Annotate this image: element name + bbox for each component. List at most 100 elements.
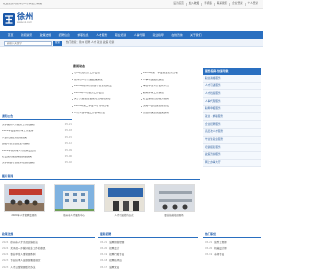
sidebar-item[interactable]: 职称申报服务: [203, 105, 261, 114]
sidebar-item[interactable]: 企业招聘服务: [203, 121, 261, 129]
nav-agency[interactable]: 人事代理: [130, 33, 149, 37]
policy-header: 政策法规: [0, 232, 95, 238]
focus-title: 要闻动态: [73, 64, 86, 68]
item-date: 05-20: [205, 247, 213, 251]
top-link-personal-login[interactable]: 个人登录: [248, 2, 260, 6]
bullet-icon: [72, 99, 73, 101]
notice-text: 2024年度职称评审工作安排: [2, 130, 34, 133]
news-row: 2024年第二季度人才市场分析 流动人员档案管理办法: [72, 103, 207, 110]
news-item[interactable]: 市人社局召开工作会议: [72, 72, 138, 75]
sidebar-item[interactable]: 职业资格服务: [203, 75, 261, 83]
item-date: 2024: [2, 247, 9, 251]
policy-list: 2024 徐州市人才引进实施办法 2024 关于进一步做好就业工作的意见 2024 事…: [2, 240, 94, 271]
photo-news-title: 图片新闻: [2, 174, 14, 179]
news-item[interactable]: 职称评审工作通知: [141, 92, 207, 95]
sidebar-item[interactable]: 毕业生就业服务: [203, 136, 261, 145]
sidebar-item[interactable]: 网上办事大厅: [203, 159, 261, 168]
item-text: 专业技术人员继续教育规定: [10, 259, 41, 263]
nav-about[interactable]: 关于我们: [186, 33, 205, 37]
bullet-icon: [141, 92, 142, 94]
nav-training[interactable]: 职业培训: [111, 33, 130, 37]
top-link-favorite[interactable]: 加入收藏: [189, 2, 203, 6]
bullet-icon: [141, 85, 142, 87]
bullet-icon: [141, 112, 142, 114]
hot-jobs-list: 05-21 软件工程师 05-20 机械设计师 05-19 市场专员: [205, 240, 261, 259]
item-text: 徐州市人才引进实施办法: [10, 240, 38, 244]
top-link-contact[interactable]: 联系我们: [217, 2, 231, 6]
nav-services[interactable]: 人才服务: [92, 33, 111, 37]
sidebar-item[interactable]: 人事代理服务: [203, 98, 261, 106]
news-item[interactable]: 社会保险经办服务指南: [141, 98, 207, 101]
top-link-company-login[interactable]: 企业登录: [232, 2, 246, 6]
bullet-icon: [141, 99, 142, 101]
photo-caption[interactable]: 职业技能培训现场: [152, 214, 196, 217]
news-item[interactable]: 2024年第二季度人才市场分析: [72, 105, 138, 108]
nav-jobs[interactable]: 招聘信息: [55, 33, 74, 37]
item-text: 诚聘销售经理: [109, 240, 125, 244]
list-item[interactable]: 关于开展专业技术培训的通知 05-02: [2, 160, 72, 166]
news-row: 市人社局召开工作会议 2024年第一季度就业形势分析: [72, 70, 207, 77]
item-text: 招聘技术员: [109, 259, 122, 263]
sidebar-item[interactable]: 人才引进服务: [203, 82, 261, 91]
news-item[interactable]: 事业单位公开招聘公告: [141, 85, 207, 88]
item-date: 05-20: [100, 247, 108, 251]
list-item[interactable]: 05-17 诚聘文员: [100, 265, 198, 271]
nav-resumes[interactable]: 求职信息: [74, 33, 93, 37]
news-text: 人才公寓申报工作即将开始: [74, 111, 106, 114]
hot-jobs-title: 热门职位: [205, 232, 217, 237]
photo-building[interactable]: [54, 184, 95, 212]
photo-caption[interactable]: 2024年人才招聘会现场: [2, 214, 46, 217]
list-item[interactable]: 2023 人才公寓管理暂行办法: [2, 265, 94, 271]
news-item[interactable]: 流动人员档案管理办法: [141, 105, 207, 108]
notice-date: 05-12: [64, 142, 72, 146]
news-item[interactable]: 2024年人才服务工作要点: [72, 92, 138, 95]
notice-date: 05-21: [64, 122, 72, 126]
news-text: 人事考试报名通知: [143, 78, 164, 81]
photo-signing[interactable]: [104, 184, 145, 212]
sidebar-item[interactable]: 人才档案服务: [203, 90, 261, 99]
photo-caption[interactable]: 徐州市人才服务中心: [52, 214, 96, 217]
news-item[interactable]: 徐州市人才引进政策解读: [72, 79, 138, 82]
notice-date: 05-02: [64, 161, 72, 165]
photo-job-fair[interactable]: [4, 184, 45, 212]
news-item[interactable]: 人才公寓申报工作即将开始: [72, 112, 138, 115]
news-text: 2024年第二季度人才市场分析: [74, 104, 110, 107]
policy-title: 政策法规: [2, 232, 14, 237]
list-item[interactable]: 05-19 市场专员: [205, 252, 261, 258]
search-button[interactable]: 搜索: [53, 41, 62, 46]
news-item[interactable]: 创业担保贷款政策说明: [141, 112, 207, 115]
nav-home[interactable]: 首页: [4, 33, 17, 37]
bullet-icon: [141, 105, 142, 107]
hot-search-text: 热门搜索：徐州 招聘 人才 就业 政策 培训: [66, 41, 115, 44]
top-link-mobile[interactable]: 手机版: [204, 2, 215, 6]
news-item[interactable]: 2024年第一季度就业形势分析: [141, 72, 207, 75]
item-date: 2023: [2, 265, 9, 269]
search-input[interactable]: [4, 41, 52, 46]
news-item[interactable]: 关于开展就业援助月活动的通知: [72, 98, 138, 101]
news-text: 市人社局召开工作会议: [74, 72, 100, 74]
nav-policy[interactable]: 政策法规: [36, 33, 55, 37]
sidebar-item[interactable]: 政策咨询服务: [203, 151, 261, 160]
top-bar: 欢迎您访问徐州市人才网官方网站 设为首页 加入收藏 手机版 联系我们 企业登录 …: [0, 0, 263, 9]
main-nav: 首页 新闻资讯 政策法规 招聘信息 求职信息 人才服务 职业培训 人事代理 就业…: [0, 31, 263, 39]
news-item[interactable]: 人事考试报名通知: [141, 79, 207, 82]
sidebar-item[interactable]: 高层次人才服务: [203, 128, 261, 137]
top-link-home[interactable]: 设为首页: [173, 2, 187, 6]
sidebar-item[interactable]: 培训报名服务: [203, 144, 261, 152]
item-text: 诚聘文员: [109, 265, 120, 269]
site-subtitle: www.xz.com: [17, 21, 32, 24]
sidebar-item[interactable]: 就业 · 求职服务: [203, 113, 261, 122]
bullet-icon: [72, 92, 73, 94]
photo-caption[interactable]: 人才引进签约仪式: [102, 214, 146, 217]
nav-guidance[interactable]: 就业指导: [149, 33, 168, 37]
nav-news[interactable]: 新闻资讯: [17, 33, 36, 37]
logo-icon[interactable]: [3, 13, 15, 26]
notice-date: 05-15: [64, 135, 72, 139]
notice-text: 关于开展专业技术培训的通知: [2, 162, 35, 165]
nav-consult[interactable]: 在线咨询: [168, 33, 187, 37]
notice-date: 05-18: [64, 129, 72, 133]
photo-training[interactable]: [154, 184, 195, 212]
news-item[interactable]: 2024年徐州市高校毕业生招聘会: [72, 85, 138, 88]
item-date: 05-18: [100, 259, 108, 263]
item-text: 人才公寓管理暂行办法: [10, 265, 36, 269]
